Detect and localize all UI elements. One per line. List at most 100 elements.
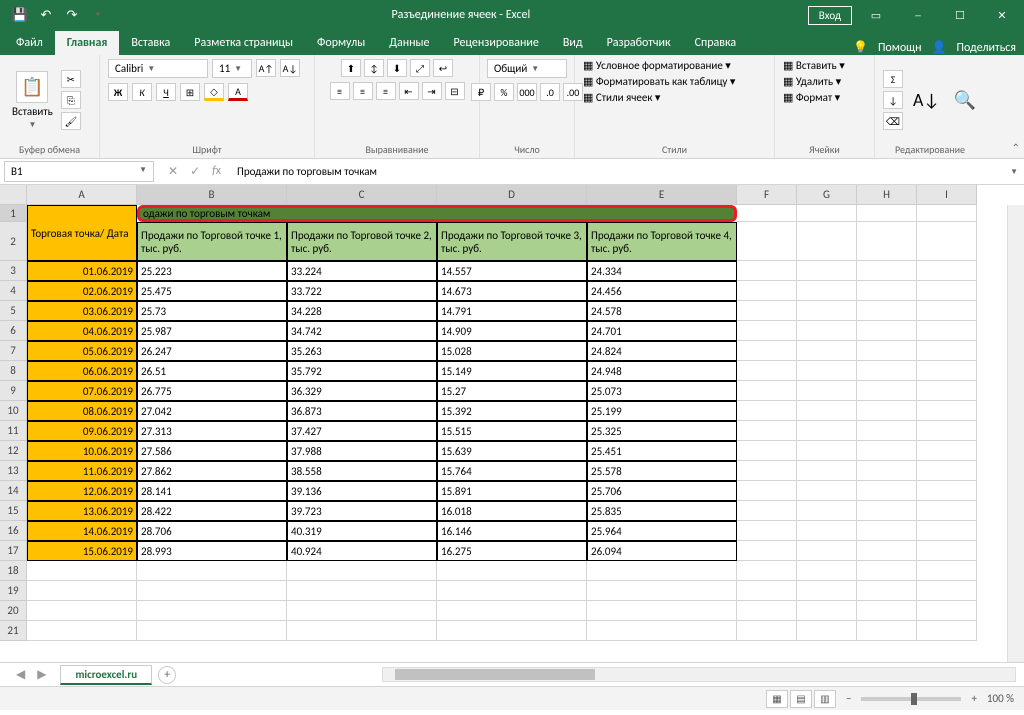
date-cell[interactable]: 01.06.2019: [27, 261, 137, 281]
row-header-4[interactable]: 4: [0, 281, 27, 301]
formula-input[interactable]: Продажи по торговым точкам: [231, 162, 1010, 181]
data-cell[interactable]: 14.557: [437, 261, 587, 281]
data-cell[interactable]: 24.948: [587, 361, 737, 381]
sheet-tab[interactable]: microexcel.ru: [60, 665, 152, 685]
data-cell[interactable]: 26.247: [137, 341, 287, 361]
data-cell[interactable]: 24.578: [587, 301, 737, 321]
insert-cells-button[interactable]: ▦ Вставить ▾: [783, 59, 845, 72]
borders-icon[interactable]: ⊞: [180, 83, 200, 101]
data-cell[interactable]: 25.578: [587, 461, 737, 481]
data-cell[interactable]: 25.835: [587, 501, 737, 521]
data-cell[interactable]: 28.422: [137, 501, 287, 521]
col-header-C[interactable]: C: [287, 185, 437, 205]
data-cell[interactable]: 28.141: [137, 481, 287, 501]
column-header-cell[interactable]: Продажи по Торговой точке 4, тыс. руб.: [587, 222, 737, 261]
date-cell[interactable]: 03.06.2019: [27, 301, 137, 321]
redo-icon[interactable]: ↷: [64, 7, 80, 23]
col-header-D[interactable]: D: [437, 185, 587, 205]
cut-icon[interactable]: ✂: [61, 70, 81, 88]
data-cell[interactable]: 25.199: [587, 401, 737, 421]
sheet-prev-icon[interactable]: ◀: [16, 667, 25, 682]
font-color-icon[interactable]: A: [228, 83, 248, 101]
font-size-selector[interactable]: 11▼: [212, 59, 252, 78]
tab-help[interactable]: Справка: [683, 31, 749, 55]
data-cell[interactable]: 15.639: [437, 441, 587, 461]
align-bottom-icon[interactable]: ⬇: [387, 59, 407, 77]
orientation-icon[interactable]: ⤢: [410, 59, 430, 77]
date-cell[interactable]: 07.06.2019: [27, 381, 137, 401]
row-header-8[interactable]: 8: [0, 361, 27, 381]
col-header-E[interactable]: E: [587, 185, 737, 205]
data-cell[interactable]: 33.224: [287, 261, 437, 281]
fx-icon[interactable]: fx: [212, 164, 221, 179]
row-header-10[interactable]: 10: [0, 401, 27, 421]
data-cell[interactable]: 14.909: [437, 321, 587, 341]
date-cell[interactable]: 06.06.2019: [27, 361, 137, 381]
thousands-icon[interactable]: 000: [517, 83, 537, 101]
expand-formula-bar-icon[interactable]: ▼: [1010, 167, 1024, 177]
row-header-18[interactable]: 18: [0, 561, 27, 581]
paste-button[interactable]: 📋 Вставить ▼: [8, 69, 57, 132]
page-layout-view-icon[interactable]: ▤: [790, 690, 812, 708]
autosum-icon[interactable]: Σ: [883, 70, 903, 88]
tab-file[interactable]: Файл: [4, 31, 55, 55]
wrap-text-icon[interactable]: ↩: [433, 59, 453, 77]
selected-merged-cell[interactable]: одажи по торговым точкам: [137, 205, 737, 222]
row-header-13[interactable]: 13: [0, 461, 27, 481]
tell-me[interactable]: Помощн: [878, 41, 922, 55]
percent-icon[interactable]: %: [494, 83, 514, 101]
clear-icon[interactable]: ⌫: [883, 112, 903, 130]
align-center-icon[interactable]: ≡: [353, 82, 373, 100]
fill-icon[interactable]: ↓: [883, 91, 903, 109]
data-cell[interactable]: 26.775: [137, 381, 287, 401]
col-header-B[interactable]: B: [137, 185, 287, 205]
tab-review[interactable]: Рецензирование: [442, 31, 551, 55]
find-select-button[interactable]: 🔍: [950, 87, 980, 113]
sheet-next-icon[interactable]: ▶: [37, 667, 46, 682]
data-cell[interactable]: 16.018: [437, 501, 587, 521]
share-button[interactable]: Поделиться: [957, 41, 1016, 55]
minimize-icon[interactable]: ─: [900, 1, 936, 29]
zoom-level[interactable]: 100 %: [987, 692, 1014, 705]
date-cell[interactable]: 02.06.2019: [27, 281, 137, 301]
row-header-21[interactable]: 21: [0, 621, 27, 641]
date-cell[interactable]: 11.06.2019: [27, 461, 137, 481]
tab-pagelayout[interactable]: Разметка страницы: [182, 31, 305, 55]
format-cells-button[interactable]: ▦ Формат ▾: [783, 91, 840, 104]
ribbon-options-icon[interactable]: ▭: [858, 1, 894, 29]
data-cell[interactable]: 14.791: [437, 301, 587, 321]
zoom-out-icon[interactable]: −: [846, 692, 851, 705]
increase-indent-icon[interactable]: ⇥: [422, 82, 442, 100]
row-header-11[interactable]: 11: [0, 421, 27, 441]
row-header-20[interactable]: 20: [0, 601, 27, 621]
number-format-selector[interactable]: Общий▼: [487, 59, 567, 78]
data-cell[interactable]: 16.275: [437, 541, 587, 561]
collapse-ribbon-icon[interactable]: ⌃: [1012, 141, 1020, 154]
data-cell[interactable]: 40.319: [287, 521, 437, 541]
qat-dropdown-icon[interactable]: ▼: [90, 7, 106, 23]
italic-icon[interactable]: К: [132, 83, 152, 101]
row-header-1[interactable]: 1: [0, 205, 27, 222]
date-cell[interactable]: 10.06.2019: [27, 441, 137, 461]
date-cell[interactable]: 12.06.2019: [27, 481, 137, 501]
data-cell[interactable]: 24.701: [587, 321, 737, 341]
row-header-3[interactable]: 3: [0, 261, 27, 281]
row-header-12[interactable]: 12: [0, 441, 27, 461]
date-cell[interactable]: 14.06.2019: [27, 521, 137, 541]
maximize-icon[interactable]: ☐: [942, 1, 978, 29]
lightbulb-icon[interactable]: 💡: [853, 40, 868, 55]
data-cell[interactable]: 15.27: [437, 381, 587, 401]
data-cell[interactable]: 35.263: [287, 341, 437, 361]
col-header-I[interactable]: I: [917, 185, 977, 205]
page-break-view-icon[interactable]: ▥: [814, 690, 836, 708]
increase-font-icon[interactable]: A↑: [256, 59, 276, 77]
data-cell[interactable]: 27.862: [137, 461, 287, 481]
data-cell[interactable]: 39.723: [287, 501, 437, 521]
date-cell[interactable]: 09.06.2019: [27, 421, 137, 441]
data-cell[interactable]: 25.325: [587, 421, 737, 441]
horizontal-scrollbar[interactable]: [382, 667, 1016, 682]
data-cell[interactable]: 24.334: [587, 261, 737, 281]
data-cell[interactable]: 15.515: [437, 421, 587, 441]
underline-icon[interactable]: Ч: [156, 83, 176, 101]
data-cell[interactable]: 25.475: [137, 281, 287, 301]
